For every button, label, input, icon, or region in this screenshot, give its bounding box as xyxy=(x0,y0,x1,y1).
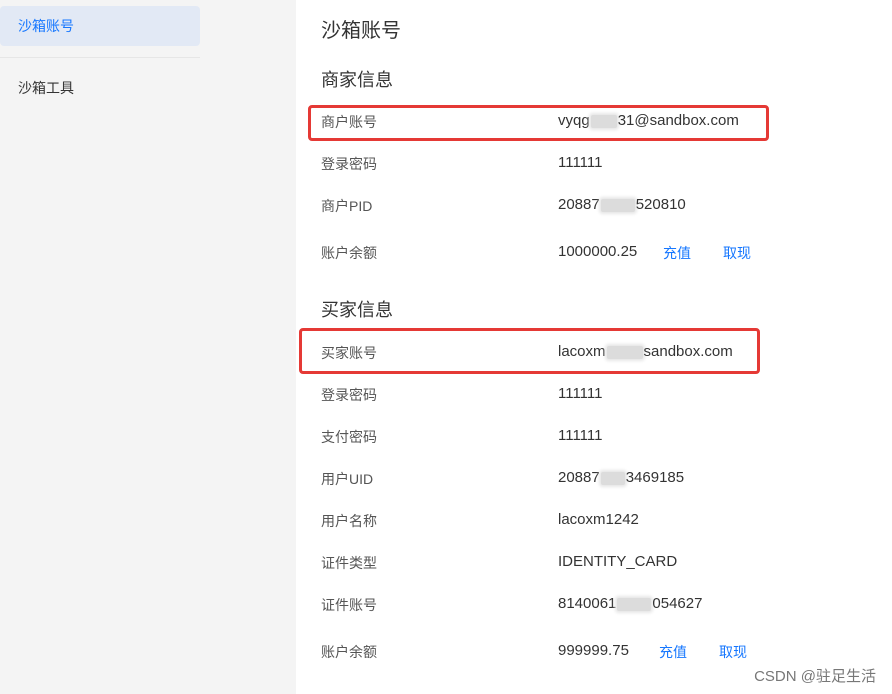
merchant-pid-label: 商户PID xyxy=(321,198,373,214)
merchant-password-value: 111111 xyxy=(558,154,603,171)
buyer-id-type-value: IDENTITY_CARD xyxy=(558,553,678,570)
redacted-mask xyxy=(617,597,652,611)
merchant-section-title: 商家信息 xyxy=(321,70,393,90)
buyer-account-value: lacoxm sandbox.com xyxy=(558,343,733,360)
sidebar-item-sandbox-tools[interactable]: 沙箱工具 xyxy=(0,68,200,108)
merchant-balance-row: 账户余额 1000000.25 充值 取现 xyxy=(321,243,881,263)
buyer-id-type-label: 证件类型 xyxy=(321,555,377,571)
sidebar-item-sandbox-account[interactable]: 沙箱账号 xyxy=(0,6,200,46)
buyer-name-value: lacoxm1242 xyxy=(558,511,639,528)
merchant-account-label: 商户账号 xyxy=(321,114,377,130)
buyer-pay-password-value: 111111 xyxy=(558,427,603,444)
redacted-mask xyxy=(600,198,635,212)
merchant-recharge-link[interactable]: 充值 xyxy=(663,243,691,263)
buyer-pay-password-label: 支付密码 xyxy=(321,429,377,445)
buyer-withdraw-link[interactable]: 取现 xyxy=(719,642,747,662)
buyer-balance-row: 账户余额 999999.75 充值 取现 xyxy=(321,642,881,662)
buyer-id-number-value: 8140061 054627 xyxy=(558,595,703,612)
buyer-password-label: 登录密码 xyxy=(321,387,377,403)
buyer-uid-label: 用户UID xyxy=(321,471,374,487)
buyer-balance-label: 账户余额 xyxy=(321,644,377,660)
buyer-id-number-label: 证件账号 xyxy=(321,597,377,613)
redacted-mask xyxy=(600,471,625,485)
merchant-account-value: vyqg 31@sandbox.com xyxy=(558,112,739,129)
buyer-password-value: 111111 xyxy=(558,385,603,402)
buyer-section-title: 买家信息 xyxy=(321,300,393,320)
buyer-uid-value: 20887 3469185 xyxy=(558,469,685,486)
buyer-account-label: 买家账号 xyxy=(321,345,377,361)
main-content: 沙箱账号 商家信息 商户账号 vyqg 31@sandbox.com 登录密码 1… xyxy=(296,0,892,694)
merchant-balance-label: 账户余额 xyxy=(321,245,377,261)
page-title: 沙箱账号 xyxy=(321,20,401,42)
redacted-mask xyxy=(606,345,643,359)
merchant-balance-value: 1000000.25 xyxy=(558,243,638,260)
buyer-balance-value: 999999.75 xyxy=(558,642,629,659)
redacted-mask xyxy=(590,114,617,128)
merchant-withdraw-link[interactable]: 取现 xyxy=(723,243,751,263)
sidebar-item-label: 沙箱工具 xyxy=(18,80,74,96)
buyer-recharge-link[interactable]: 充值 xyxy=(659,642,687,662)
merchant-pid-value: 20887 520810 xyxy=(558,196,686,213)
sidebar: 沙箱账号 沙箱工具 xyxy=(0,0,296,694)
sidebar-item-label: 沙箱账号 xyxy=(18,18,74,34)
sidebar-divider xyxy=(0,57,200,58)
watermark: CSDN @驻足生活 xyxy=(754,668,876,685)
buyer-name-label: 用户名称 xyxy=(321,513,377,529)
merchant-password-label: 登录密码 xyxy=(321,156,377,172)
